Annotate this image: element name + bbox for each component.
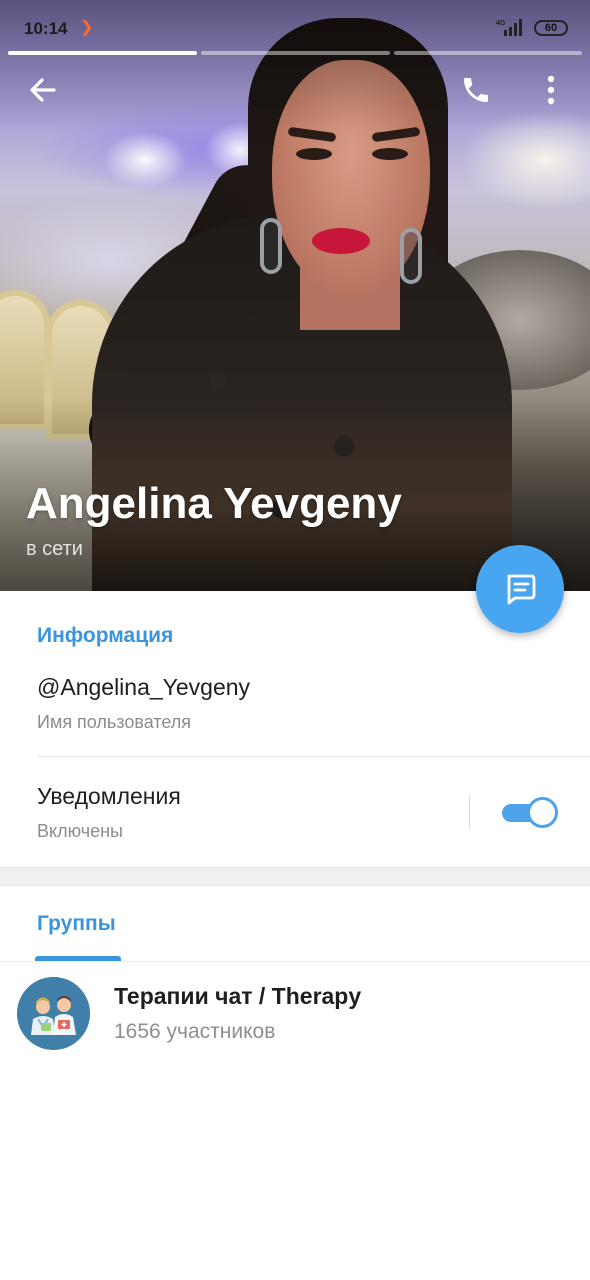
- group-members-count: 1656 участников: [114, 1020, 276, 1043]
- info-divider: [37, 756, 590, 757]
- more-vertical-icon: [547, 75, 555, 105]
- more-options-button[interactable]: [527, 66, 575, 114]
- group-list-item[interactable]: Терапии чат / Therapy 1656 участников: [0, 970, 590, 1060]
- photo-earring: [260, 218, 282, 274]
- notifications-state: Включены: [37, 821, 123, 841]
- battery-icon: 60: [534, 20, 568, 36]
- notifications-toggle[interactable]: [502, 797, 558, 828]
- photo-progress-segment: [394, 51, 582, 55]
- photo-progress-bars: [8, 51, 582, 55]
- profile-screen: 10:14 ❯ 4G 60 Angelina Yevgeny в сети Ин…: [0, 0, 590, 1280]
- status-bar: 10:14 ❯ 4G 60: [0, 0, 590, 56]
- group-name: Терапии чат / Therapy: [114, 983, 362, 1009]
- info-section-title: Информация: [37, 624, 174, 647]
- doctors-icon: [17, 977, 90, 1050]
- arrow-left-icon: [30, 78, 56, 102]
- photo-eye: [372, 148, 408, 160]
- call-button[interactable]: [452, 66, 500, 114]
- photo-earring: [400, 228, 422, 284]
- phone-icon: [464, 78, 488, 102]
- photo-lips: [312, 228, 370, 254]
- battery-level: 60: [544, 22, 558, 34]
- tab-groups[interactable]: Группы: [37, 912, 116, 936]
- profile-status: в сети: [26, 538, 83, 560]
- back-button[interactable]: [19, 66, 67, 114]
- username-value[interactable]: @Angelina_Yevgeny: [37, 674, 250, 701]
- notifications-title[interactable]: Уведомления: [37, 783, 181, 810]
- group-avatar: [17, 977, 90, 1050]
- section-separator: [0, 867, 590, 886]
- profile-name: Angelina Yevgeny: [26, 479, 402, 528]
- svg-text:4G: 4G: [496, 20, 506, 27]
- tab-bar-divider: [0, 961, 590, 962]
- photo-progress-segment: [8, 51, 197, 55]
- notifications-separator: [469, 794, 470, 830]
- photo-eye: [296, 148, 332, 160]
- message-icon: [507, 574, 536, 605]
- photo-progress-segment: [201, 51, 390, 55]
- username-label: Имя пользователя: [37, 712, 192, 732]
- signal-icon: 4G: [496, 19, 522, 36]
- send-message-button[interactable]: [476, 545, 564, 633]
- status-time: 10:14: [24, 19, 68, 38]
- app-notification-icon: ❯: [80, 19, 94, 36]
- toggle-knob: [527, 797, 558, 828]
